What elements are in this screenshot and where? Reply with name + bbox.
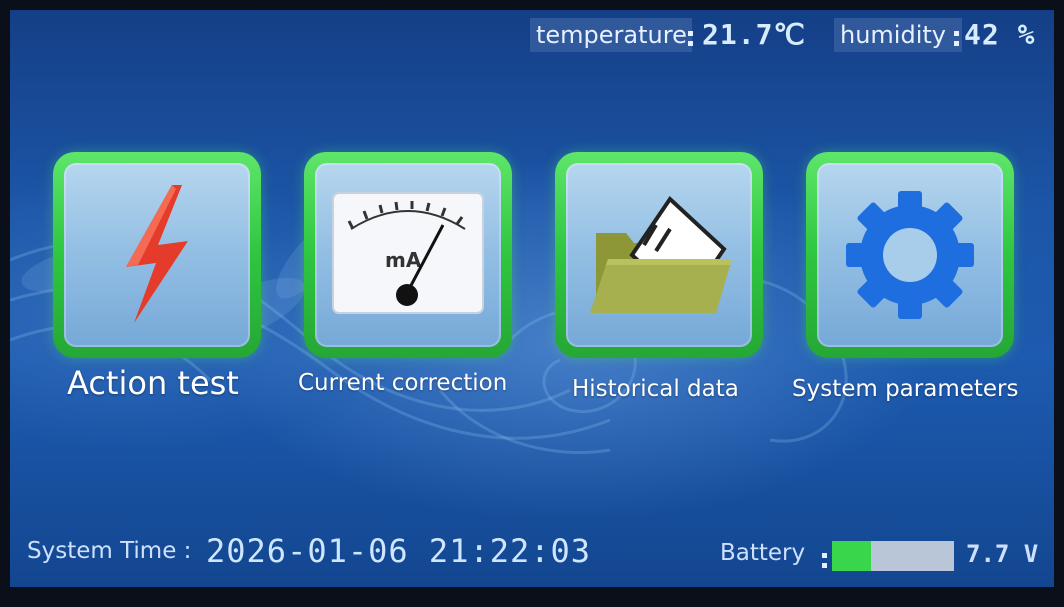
folder-icon: [590, 195, 732, 313]
historical-data-label: Historical data: [572, 376, 739, 402]
action-test-label: Action test: [67, 364, 239, 402]
current-correction-tile-face: mA: [315, 163, 501, 347]
humidity-colon-dot: [954, 41, 959, 46]
system-time-label: System Time :: [27, 538, 192, 564]
system-parameters-button[interactable]: [806, 152, 1014, 358]
device-bezel: temperature 21.7℃ humidity 42 % Action t…: [0, 0, 1064, 607]
system-time-value: 2026-01-06 21:22:03: [206, 532, 592, 570]
humidity-value: 42 %: [964, 18, 1036, 51]
system-parameters-tile-face: [817, 163, 1003, 347]
battery-colon-dot: [822, 553, 827, 558]
ammeter-gauge-icon: mA: [332, 192, 484, 314]
humidity-label: humidity: [834, 18, 962, 52]
gear-icon: [846, 191, 974, 319]
battery-level-fill: [832, 541, 872, 571]
historical-data-tile-face: [566, 163, 752, 347]
humidity-colon-dot: [954, 31, 959, 36]
action-test-tile-face: [64, 163, 250, 347]
current-correction-label: Current correction: [298, 370, 508, 396]
battery-voltage-value: 7.7 V: [966, 540, 1039, 568]
temperature-colon-dot: [688, 31, 693, 36]
hmi-screen: temperature 21.7℃ humidity 42 % Action t…: [10, 10, 1054, 587]
battery-colon-dot: [822, 563, 827, 568]
historical-data-button[interactable]: [555, 152, 763, 358]
temperature-colon-dot: [688, 41, 693, 46]
current-correction-button[interactable]: mA: [304, 152, 512, 358]
temperature-label: temperature: [530, 18, 692, 52]
gauge-unit-label: mA: [385, 248, 422, 272]
system-parameters-label: System parameters: [792, 376, 1019, 402]
temperature-value: 21.7℃: [702, 18, 806, 51]
action-test-button[interactable]: [53, 152, 261, 358]
battery-label: Battery: [720, 540, 806, 566]
lightning-bolt-icon: [126, 185, 188, 323]
battery-level-bar: [832, 541, 954, 571]
